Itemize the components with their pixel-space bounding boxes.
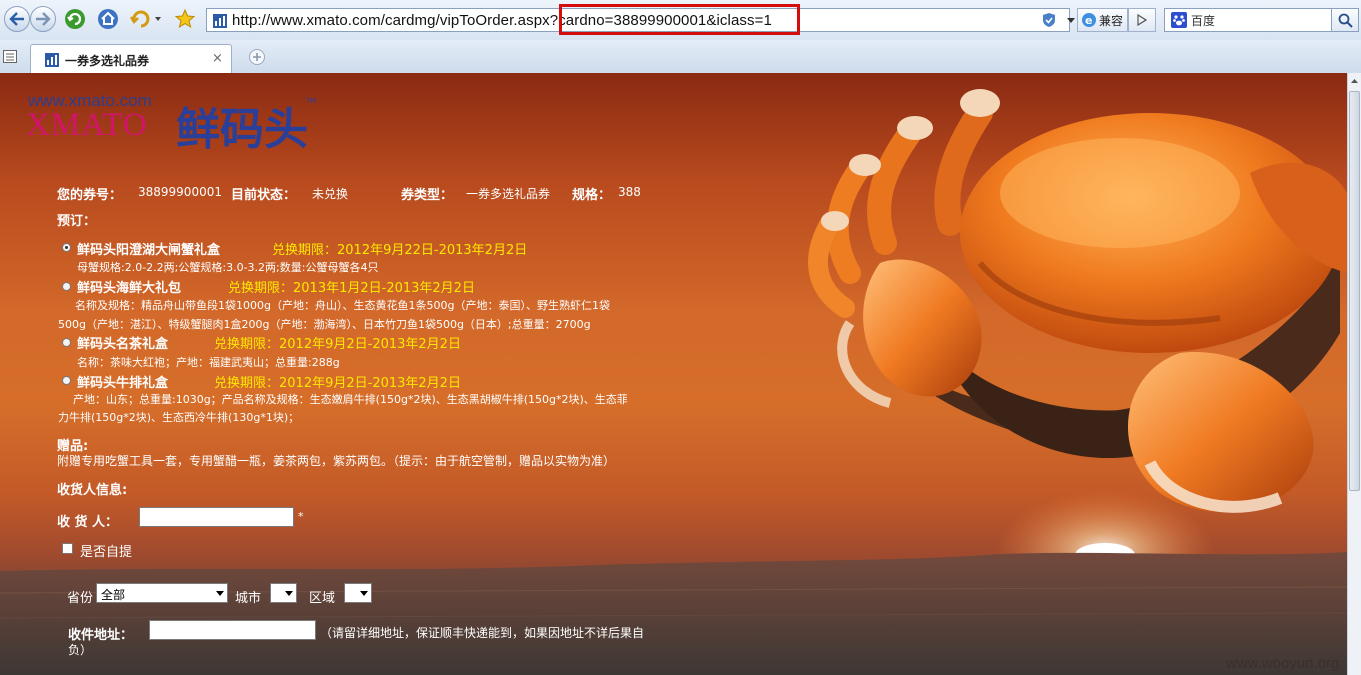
option-radio-seafood[interactable] bbox=[62, 282, 71, 291]
shield-icon[interactable] bbox=[1042, 12, 1056, 28]
tab-close-button[interactable]: × bbox=[212, 51, 223, 66]
status-label: 目前状态： bbox=[231, 188, 297, 203]
receiver-section-label: 收货人信息: bbox=[57, 483, 128, 498]
order-label: 预订： bbox=[57, 214, 97, 229]
watermark: www.wooyun.org bbox=[1226, 655, 1340, 672]
forward-arrow-icon bbox=[36, 12, 51, 26]
option-desc: 名称：茶味大红袍；产地：福建武夷山；总重量:288g bbox=[77, 356, 340, 369]
address-input[interactable] bbox=[149, 620, 316, 640]
baidu-paw-icon bbox=[1171, 12, 1187, 28]
page-favicon-icon bbox=[213, 14, 227, 28]
spec-value: 388 bbox=[618, 185, 641, 199]
province-label: 省份 bbox=[67, 591, 94, 606]
compat-label: 兼容 bbox=[1099, 13, 1124, 28]
option-desc: 名称及规格：精品舟山带鱼段1袋1000g（产地：舟山）、生态黄花鱼1条500g（… bbox=[75, 299, 610, 312]
page-content: www.xmato.com XMATO 鲜码头 TM 您的券号： 3889990… bbox=[0, 73, 1347, 675]
home-icon bbox=[98, 9, 118, 29]
address-hint-cont: 负） bbox=[68, 643, 93, 657]
chevron-down-icon bbox=[285, 591, 293, 596]
status-value: 未兑换 bbox=[312, 187, 349, 201]
tab-bar: 一券多选礼品券 × bbox=[0, 40, 1361, 74]
logo-brand-cn: 鲜码头 bbox=[176, 104, 308, 155]
tab-favicon-icon bbox=[45, 53, 59, 67]
favorites-button[interactable] bbox=[172, 7, 198, 31]
type-label: 券类型： bbox=[401, 188, 454, 203]
logo-tm: TM bbox=[306, 97, 317, 105]
voucher-number: 38899900001 bbox=[138, 185, 222, 199]
district-label: 区域 bbox=[309, 591, 336, 606]
browser-toolbar: http://www.xmato.com/cardmg/vipToOrder.a… bbox=[0, 0, 1361, 41]
voucher-number-label: 您的券号： bbox=[57, 188, 123, 203]
city-select[interactable] bbox=[270, 583, 297, 603]
option-period: 兑换期限：2013年1月2日-2013年2月2日 bbox=[228, 281, 475, 296]
option-radio-crab[interactable] bbox=[62, 243, 71, 252]
compat-mode-button[interactable]: e 兼容 bbox=[1077, 8, 1128, 32]
back-arrow-icon bbox=[9, 12, 24, 26]
province-value: 全部 bbox=[101, 588, 126, 602]
address-hint: （请留详细地址，保证顺丰快递能到，如果因地址不详后果自 bbox=[320, 626, 645, 640]
chevron-down-icon bbox=[360, 591, 368, 596]
spec-label: 规格： bbox=[572, 188, 612, 203]
option-name: 鲜码头海鲜大礼包 bbox=[77, 281, 182, 296]
province-select[interactable]: 全部 bbox=[96, 583, 228, 603]
gift-text: 附赠专用吃蟹工具一套，专用蟹醋一瓶，姜茶两包，紫苏两包。（提示：由于航空管制，赠… bbox=[57, 454, 616, 468]
option-period: 兑换期限：2012年9月2日-2013年2月2日 bbox=[214, 376, 461, 391]
option-desc: 母蟹规格:2.0-2.2两;公蟹规格:3.0-3.2两;数量:公蟹母蟹各4只 bbox=[77, 261, 379, 274]
search-engine-label: 百度 bbox=[1191, 13, 1216, 28]
undo-button[interactable] bbox=[127, 7, 165, 31]
forward-button[interactable] bbox=[30, 6, 56, 32]
page-list-icon[interactable] bbox=[3, 50, 17, 63]
url-highlight-annotation bbox=[559, 4, 800, 35]
option-name: 鲜码头名茶礼盒 bbox=[77, 337, 169, 352]
option-desc: 500g（产地：湛江）、特级蟹腿肉1盒200g（产地：渤海湾）、日本竹刀鱼1袋5… bbox=[58, 318, 591, 331]
scroll-thumb[interactable] bbox=[1349, 91, 1360, 491]
type-value: 一券多选礼品券 bbox=[466, 187, 551, 201]
address-dropdown-icon[interactable] bbox=[1065, 10, 1077, 30]
option-name: 鲜码头阳澄湖大闸蟹礼盒 bbox=[77, 243, 221, 258]
crab-image bbox=[808, 89, 1347, 513]
new-tab-icon[interactable] bbox=[248, 48, 266, 66]
ie-icon: e bbox=[1082, 13, 1096, 27]
search-icon bbox=[1338, 13, 1353, 28]
option-desc: 力牛排(150g*2块)、生态西冷牛排(130g*1块)； bbox=[58, 411, 300, 424]
district-select[interactable] bbox=[344, 583, 372, 603]
back-button[interactable] bbox=[4, 6, 30, 32]
tab-title: 一券多选礼品券 bbox=[65, 54, 150, 68]
option-name: 鲜码头牛排礼盒 bbox=[77, 376, 169, 391]
search-button[interactable] bbox=[1331, 8, 1359, 32]
tab-active[interactable]: 一券多选礼品券 × bbox=[30, 44, 232, 73]
scroll-up-icon[interactable] bbox=[1348, 73, 1361, 89]
play-arrow-icon bbox=[1137, 14, 1147, 26]
option-period: 兑换期限：2012年9月2日-2013年2月2日 bbox=[214, 337, 461, 352]
receiver-name-label: 收 货 人： bbox=[57, 515, 119, 530]
self-pickup-label: 是否自提 bbox=[80, 545, 133, 560]
receiver-name-input[interactable] bbox=[139, 507, 294, 527]
self-pickup-checkbox[interactable] bbox=[62, 543, 73, 554]
vertical-scrollbar[interactable] bbox=[1347, 73, 1361, 675]
logo-brand-en: XMATO bbox=[26, 107, 148, 143]
home-button[interactable] bbox=[95, 7, 121, 31]
chevron-down-icon bbox=[216, 591, 224, 596]
option-radio-tea[interactable] bbox=[62, 338, 71, 347]
go-button[interactable] bbox=[1128, 8, 1156, 32]
star-icon bbox=[174, 8, 196, 29]
svg-text:e: e bbox=[1085, 14, 1092, 27]
option-period: 兑换期限：2012年9月22日-2013年2月2日 bbox=[272, 243, 528, 258]
search-box[interactable]: 百度 bbox=[1164, 8, 1332, 32]
option-desc: 产地：山东；总重量:1030g；产品名称及规格：生态嫩肩牛排(150g*2块)、… bbox=[73, 393, 628, 406]
undo-icon bbox=[129, 10, 161, 28]
refresh-button[interactable] bbox=[62, 7, 88, 31]
option-radio-steak[interactable] bbox=[62, 376, 71, 385]
city-label: 城市 bbox=[235, 591, 262, 606]
refresh-icon bbox=[65, 9, 85, 29]
required-mark: * bbox=[298, 510, 304, 523]
